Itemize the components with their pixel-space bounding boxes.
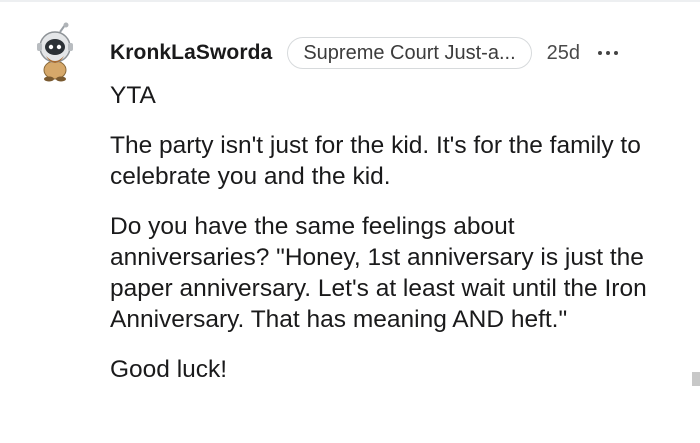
comment-paragraph-verdict: YTA [110,82,156,109]
snoo-astronaut-avatar-icon [37,22,73,82]
more-options-icon[interactable] [598,43,619,63]
top-divider [0,0,700,2]
comment-paragraph: Do you have the same feelings about anni… [110,213,647,333]
username-link[interactable]: KronkLaSworda [110,41,272,65]
comment-timestamp[interactable]: 25d [547,42,580,65]
avatar[interactable] [28,22,86,82]
comment-paragraph-signoff: Good luck! [110,356,228,383]
comment-paragraph: The party isn't just for the kid. It's f… [110,132,641,190]
dot-1 [598,51,603,55]
dot-3 [614,51,619,55]
user-flair-badge: Supreme Court Just-a... [287,37,532,69]
comment-body: YTA The party isn't just for the kid. It… [110,80,670,404]
dot-2 [606,51,611,55]
scrollbar-thumb[interactable] [692,372,700,386]
comment-header: KronkLaSworda Supreme Court Just-a... 25… [110,36,619,70]
